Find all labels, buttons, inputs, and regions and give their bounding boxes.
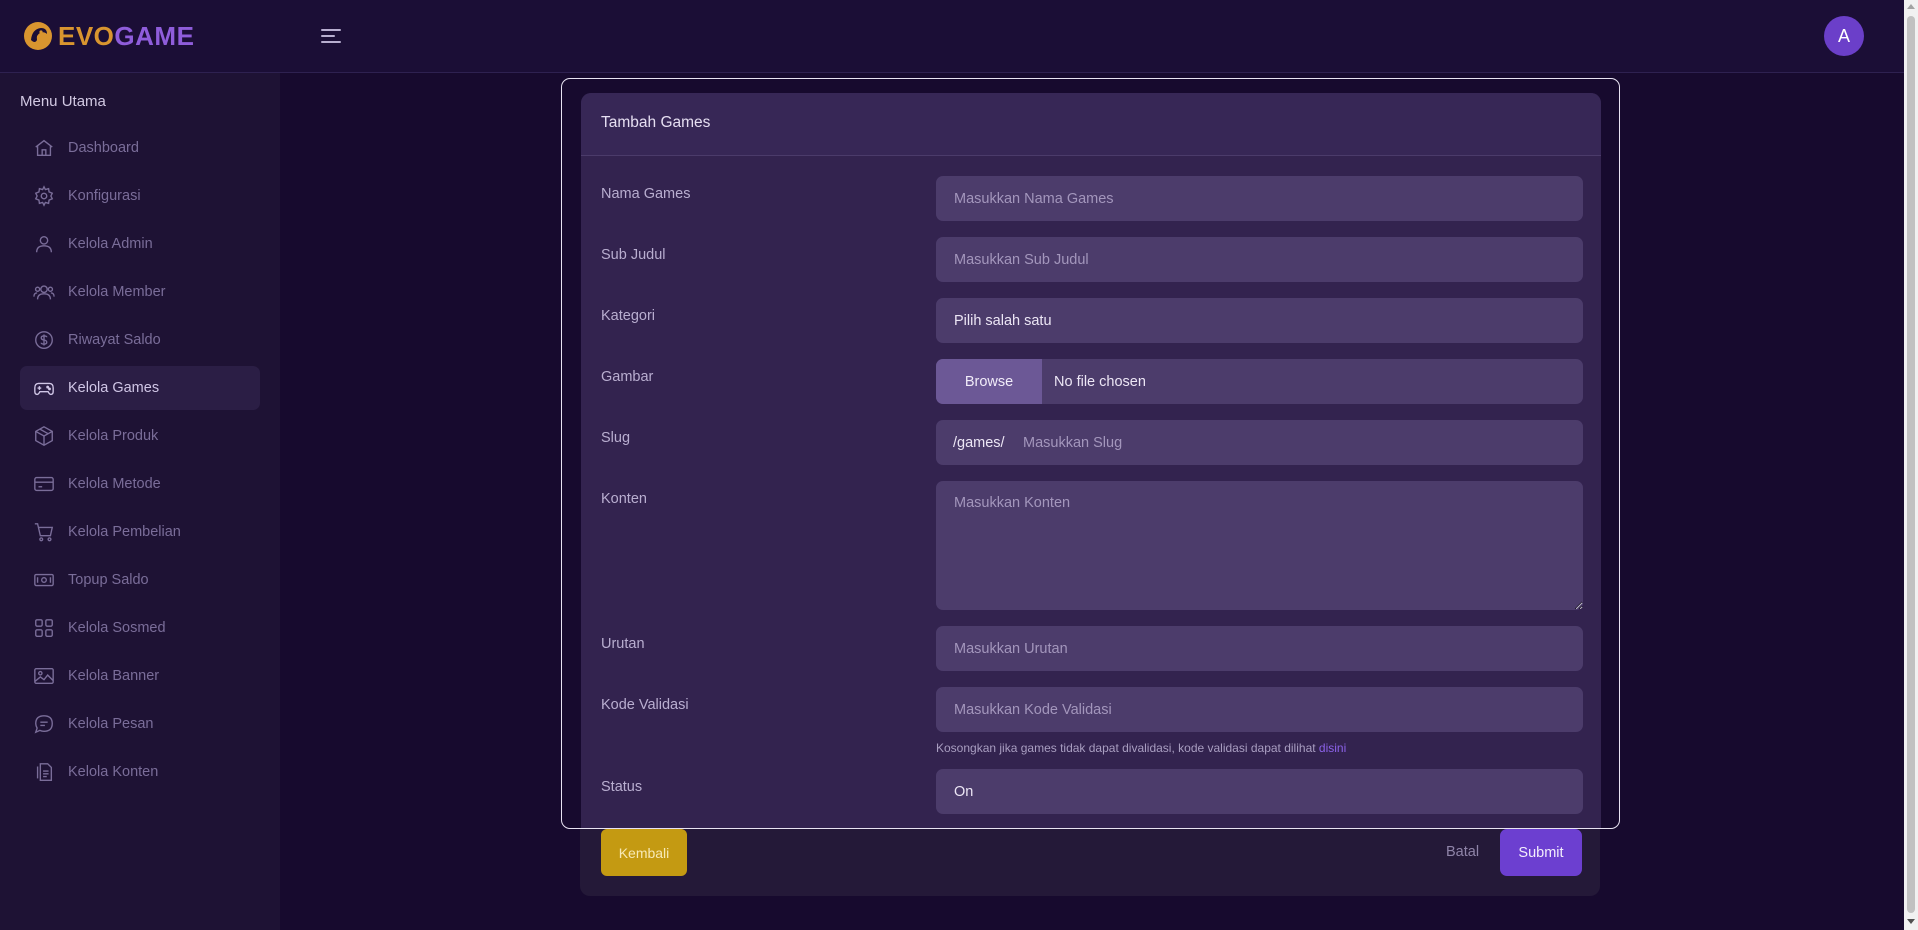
- image-icon: [34, 667, 54, 685]
- user-icon: [35, 235, 53, 253]
- status-select[interactable]: On: [936, 769, 1583, 814]
- sidebar-item-kelola-konten[interactable]: Kelola Konten: [20, 750, 260, 794]
- dollar-icon: [35, 331, 53, 349]
- chat-icon: [34, 715, 53, 734]
- cancel-button[interactable]: Batal: [1446, 844, 1479, 860]
- kategori-select[interactable]: Pilih salah satu: [936, 298, 1583, 343]
- sidebar-item-label: Kelola Admin: [68, 236, 153, 252]
- sidebar-item-label: Dashboard: [68, 140, 139, 156]
- page-scrollbar[interactable]: [1904, 0, 1918, 930]
- top-header: EVOGAME A: [0, 0, 1904, 73]
- form-title: Tambah Games: [581, 93, 1601, 156]
- avatar[interactable]: A: [1824, 16, 1864, 56]
- slug-input[interactable]: [1023, 420, 1583, 465]
- gambar-file-input[interactable]: Browse No file chosen: [936, 359, 1583, 404]
- sidebar-item-kelola-sosmed[interactable]: Kelola Sosmed: [20, 606, 260, 650]
- sidebar-item-label: Kelola Games: [68, 380, 160, 396]
- sidebar-title: Menu Utama: [20, 93, 106, 110]
- sidebar-item-label: Kelola Member: [68, 284, 166, 300]
- money-icon: [34, 573, 54, 587]
- sub-judul-input[interactable]: [936, 237, 1583, 282]
- document-icon: [36, 763, 53, 781]
- form-footer: Kembali Batal Submit: [580, 829, 1600, 896]
- dragon-logo-icon: [24, 22, 52, 50]
- urutan-input[interactable]: [936, 626, 1583, 671]
- sidebar-item-kelola-banner[interactable]: Kelola Banner: [20, 654, 260, 698]
- kode-validasi-input[interactable]: [936, 687, 1583, 732]
- home-icon: [35, 139, 53, 157]
- sidebar-item-kelola-pesan[interactable]: Kelola Pesan: [20, 702, 260, 746]
- sidebar-item-konfigurasi[interactable]: Konfigurasi: [20, 174, 260, 218]
- kategori-selected-value: Pilih salah satu: [954, 312, 1052, 329]
- form-card: Tambah Games Nama Games Sub Judul Katego…: [581, 93, 1601, 828]
- sidebar-item-label: Kelola Konten: [68, 764, 159, 780]
- add-game-modal: Tambah Games Nama Games Sub Judul Katego…: [561, 78, 1620, 829]
- sidebar-item-kelola-pembelian[interactable]: Kelola Pembelian: [20, 510, 260, 554]
- nama-games-label: Nama Games: [601, 186, 691, 202]
- sidebar-item-label: Riwayat Saldo: [68, 332, 161, 348]
- sidebar-item-label: Kelola Banner: [68, 668, 160, 684]
- sidebar-item-label: Kelola Pembelian: [68, 524, 181, 540]
- nama-games-input[interactable]: [936, 176, 1583, 221]
- disini-link[interactable]: disini: [1319, 741, 1346, 755]
- sidebar-item-label: Kelola Pesan: [68, 716, 154, 732]
- brand-name: EVOGAME: [58, 20, 195, 51]
- konten-label: Konten: [601, 491, 647, 507]
- submit-button[interactable]: Submit: [1500, 829, 1582, 876]
- sidebar-item-label: Topup Saldo: [68, 572, 149, 588]
- scroll-down-arrow-icon[interactable]: [1907, 919, 1915, 924]
- gear-icon: [34, 185, 54, 207]
- sidebar: Menu Utama Dashboard Konfigurasi Kelola …: [0, 73, 280, 930]
- cart-icon: [34, 523, 54, 542]
- scroll-thumb[interactable]: [1907, 16, 1915, 913]
- scroll-up-arrow-icon[interactable]: [1907, 4, 1915, 9]
- sidebar-item-dashboard[interactable]: Dashboard: [20, 126, 260, 170]
- status-label: Status: [601, 779, 643, 795]
- sidebar-item-label: Konfigurasi: [68, 188, 141, 204]
- sidebar-item-kelola-games[interactable]: Kelola Games: [20, 366, 260, 410]
- kode-validasi-hint: Kosongkan jika games tidak dapat divalid…: [936, 741, 1347, 755]
- slug-label: Slug: [601, 430, 631, 446]
- brand-logo[interactable]: EVOGAME: [22, 19, 194, 53]
- konten-textarea[interactable]: [936, 481, 1583, 610]
- sidebar-item-kelola-produk[interactable]: Kelola Produk: [20, 414, 260, 458]
- sidebar-item-label: Kelola Sosmed: [68, 620, 166, 636]
- status-selected-value: On: [954, 783, 974, 800]
- slug-field: /games/: [936, 420, 1583, 465]
- sidebar-item-label: Kelola Metode: [68, 476, 161, 492]
- urutan-label: Urutan: [601, 636, 645, 652]
- sidebar-menu: Dashboard Konfigurasi Kelola Admin Kelol…: [20, 126, 260, 798]
- browse-button[interactable]: Browse: [936, 359, 1042, 404]
- box-icon: [35, 426, 53, 446]
- kode-validasi-label: Kode Validasi: [601, 697, 689, 713]
- gambar-label: Gambar: [601, 369, 654, 385]
- sidebar-item-topup-saldo[interactable]: Topup Saldo: [20, 558, 260, 602]
- users-icon: [33, 285, 55, 300]
- slug-prefix: /games/: [953, 434, 1005, 451]
- sidebar-item-kelola-member[interactable]: Kelola Member: [20, 270, 260, 314]
- sidebar-item-riwayat-saldo[interactable]: Riwayat Saldo: [20, 318, 260, 362]
- card-icon: [34, 476, 54, 492]
- grid-icon: [35, 619, 53, 637]
- back-button[interactable]: Kembali: [601, 829, 687, 876]
- sidebar-item-kelola-metode[interactable]: Kelola Metode: [20, 462, 260, 506]
- sub-judul-label: Sub Judul: [601, 247, 666, 263]
- sidebar-item-label: Kelola Produk: [68, 428, 159, 444]
- sidebar-item-kelola-admin[interactable]: Kelola Admin: [20, 222, 260, 266]
- kategori-label: Kategori: [601, 308, 656, 324]
- menu-toggle-icon[interactable]: [321, 25, 341, 47]
- gamepad-icon: [34, 382, 54, 396]
- file-status-text: No file chosen: [1054, 373, 1146, 390]
